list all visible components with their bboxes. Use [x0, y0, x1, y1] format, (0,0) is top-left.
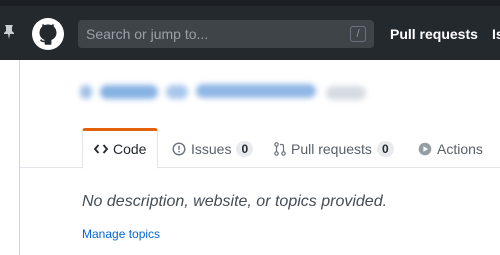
tab-issues[interactable]: Issues 0: [172, 140, 254, 158]
nav-issues[interactable]: Is: [492, 25, 500, 43]
nav-pull-requests[interactable]: Pull requests: [390, 25, 478, 43]
header-top-edge: [0, 0, 500, 6]
repo-tabs: Code Issues 0 Pull requests 0 Actions: [20, 128, 500, 169]
tab-issues-label: Issues: [191, 141, 232, 157]
search-placeholder: Search or jump to...: [86, 26, 209, 42]
search-input[interactable]: Search or jump to... /: [78, 20, 374, 48]
tab-code-label: Code: [113, 141, 147, 157]
tab-pull-requests-label: Pull requests: [291, 141, 372, 157]
pull-request-icon: [274, 142, 286, 156]
manage-topics-link[interactable]: Manage topics: [82, 226, 160, 242]
play-icon: [418, 142, 432, 156]
tab-pull-requests[interactable]: Pull requests 0: [274, 140, 394, 158]
page: Search or jump to... / Pull requests Is …: [0, 0, 500, 255]
sidebar-panel: [0, 60, 20, 255]
issues-counter: 0: [236, 141, 254, 157]
search-shortcut-key: /: [350, 26, 366, 42]
pull-requests-counter: 0: [376, 141, 394, 157]
top-header: Search or jump to... / Pull requests Is: [20, 0, 500, 60]
repo-description: No description, website, or topics provi…: [82, 193, 388, 210]
issue-icon: [172, 142, 186, 156]
tab-actions-label: Actions: [437, 141, 483, 157]
github-logo-icon[interactable]: [32, 18, 64, 50]
repo-title-blurred[interactable]: [78, 80, 370, 104]
tab-code[interactable]: Code: [94, 140, 146, 158]
tab-actions[interactable]: Actions: [418, 140, 483, 158]
pin-icon[interactable]: [2, 24, 16, 40]
code-icon: [94, 144, 108, 154]
